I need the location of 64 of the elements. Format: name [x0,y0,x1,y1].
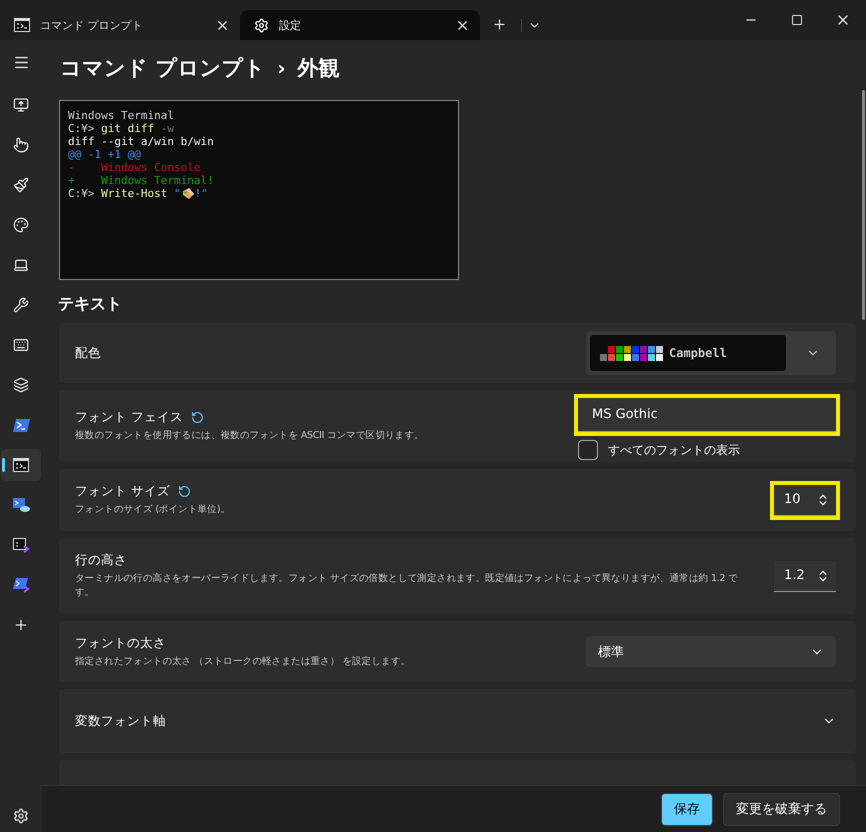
dev-powershell-icon [12,578,30,592]
save-button[interactable]: 保存 [661,792,713,826]
console-icon [13,458,29,472]
setting-label: フォント フェイス [75,409,183,426]
section-heading: テキスト [58,294,123,315]
settings-icon [254,18,269,32]
setting-description: フォントのサイズ (ポイント単位)。 [75,503,232,517]
setting-description: ターミナルの行の高さをオーバーライドします。フォント サイズの倍数として測定されます。既定値はフォントによって異なりますが、通常は約 1.2 です。 [75,572,739,600]
terminal-text: + Windows Terminal! [68,174,214,187]
font-weight-dropdown[interactable]: 標準 [586,636,836,667]
breadcrumb-separator: › [277,56,286,80]
new-tab-button[interactable] [492,17,507,32]
tools-icon [13,297,29,313]
scrollbar[interactable] [862,90,865,320]
cloud-shell-icon [12,498,30,512]
plus-icon [492,17,507,32]
palette-icon [13,217,29,233]
tab[interactable]: コマンド プロンプト [0,10,240,40]
terminal-text: git diff [101,122,156,135]
breadcrumb-parent[interactable]: コマンド プロンプト [60,54,266,82]
laptop-icon [13,257,29,273]
settings-icon [13,808,29,824]
terminal-text: Write-Host [101,187,168,200]
reset-icon[interactable] [190,411,204,424]
terminal-text: @@ -1 +1 @@ [68,148,141,161]
monitor-icon [13,97,29,113]
terminal-text: C:¥> [68,187,96,200]
terminal-text: - Windows Console [68,161,200,174]
settings-button[interactable] [13,808,29,824]
dev-console-icon [12,538,30,552]
setting-description: 指定されたフォントの太さ （ストロークの軽さまたは重さ） を設定します。 [75,654,412,668]
brush-icon [13,177,29,193]
maximize-icon [791,14,803,26]
menu-button[interactable] [12,54,30,71]
keyboard-icon [13,337,29,353]
burrito-icon [180,187,195,200]
terminal-text: " [174,187,181,200]
terminal-text: !" [194,187,208,200]
setting-label: 行の高さ [75,552,127,569]
console-icon [14,18,30,32]
setting-description: 複数のフォントを使用するには、複数のフォントを ASCII コンマで区切ります。 [75,429,425,443]
setting-label: フォントの太さ [75,634,166,652]
terminal-text: Windows Terminal [68,109,174,122]
menu-icon [12,54,30,71]
show-all-fonts-checkbox[interactable]: すべてのフォントの表示 [578,440,740,460]
tab[interactable]: 設定 [240,10,480,40]
terminal-text: diff --git a/win b/win [68,135,214,148]
setting-label: フォント サイズ [75,483,170,500]
tab-menu-button[interactable] [521,19,541,32]
powershell-icon [12,418,30,432]
reset-icon[interactable] [178,485,191,498]
sidebar-item[interactable] [1,449,41,481]
terminal-text: -w [160,122,174,135]
setting-label: 変数フォント軸 [75,712,166,730]
terminal-text: C:¥> [68,122,96,135]
add-icon [13,617,29,633]
discard-button[interactable]: 変更を破棄する [723,792,840,826]
number-spinner[interactable]: 1.2 [774,560,836,592]
expander-card[interactable]: 変数フォント軸 [59,689,856,753]
color-scheme-dropdown[interactable]: Campbell [586,331,836,375]
pointer-icon [13,137,29,153]
page-title: 外観 [298,54,340,82]
setting-label: 配色 [75,344,101,362]
layers-icon [13,377,29,393]
